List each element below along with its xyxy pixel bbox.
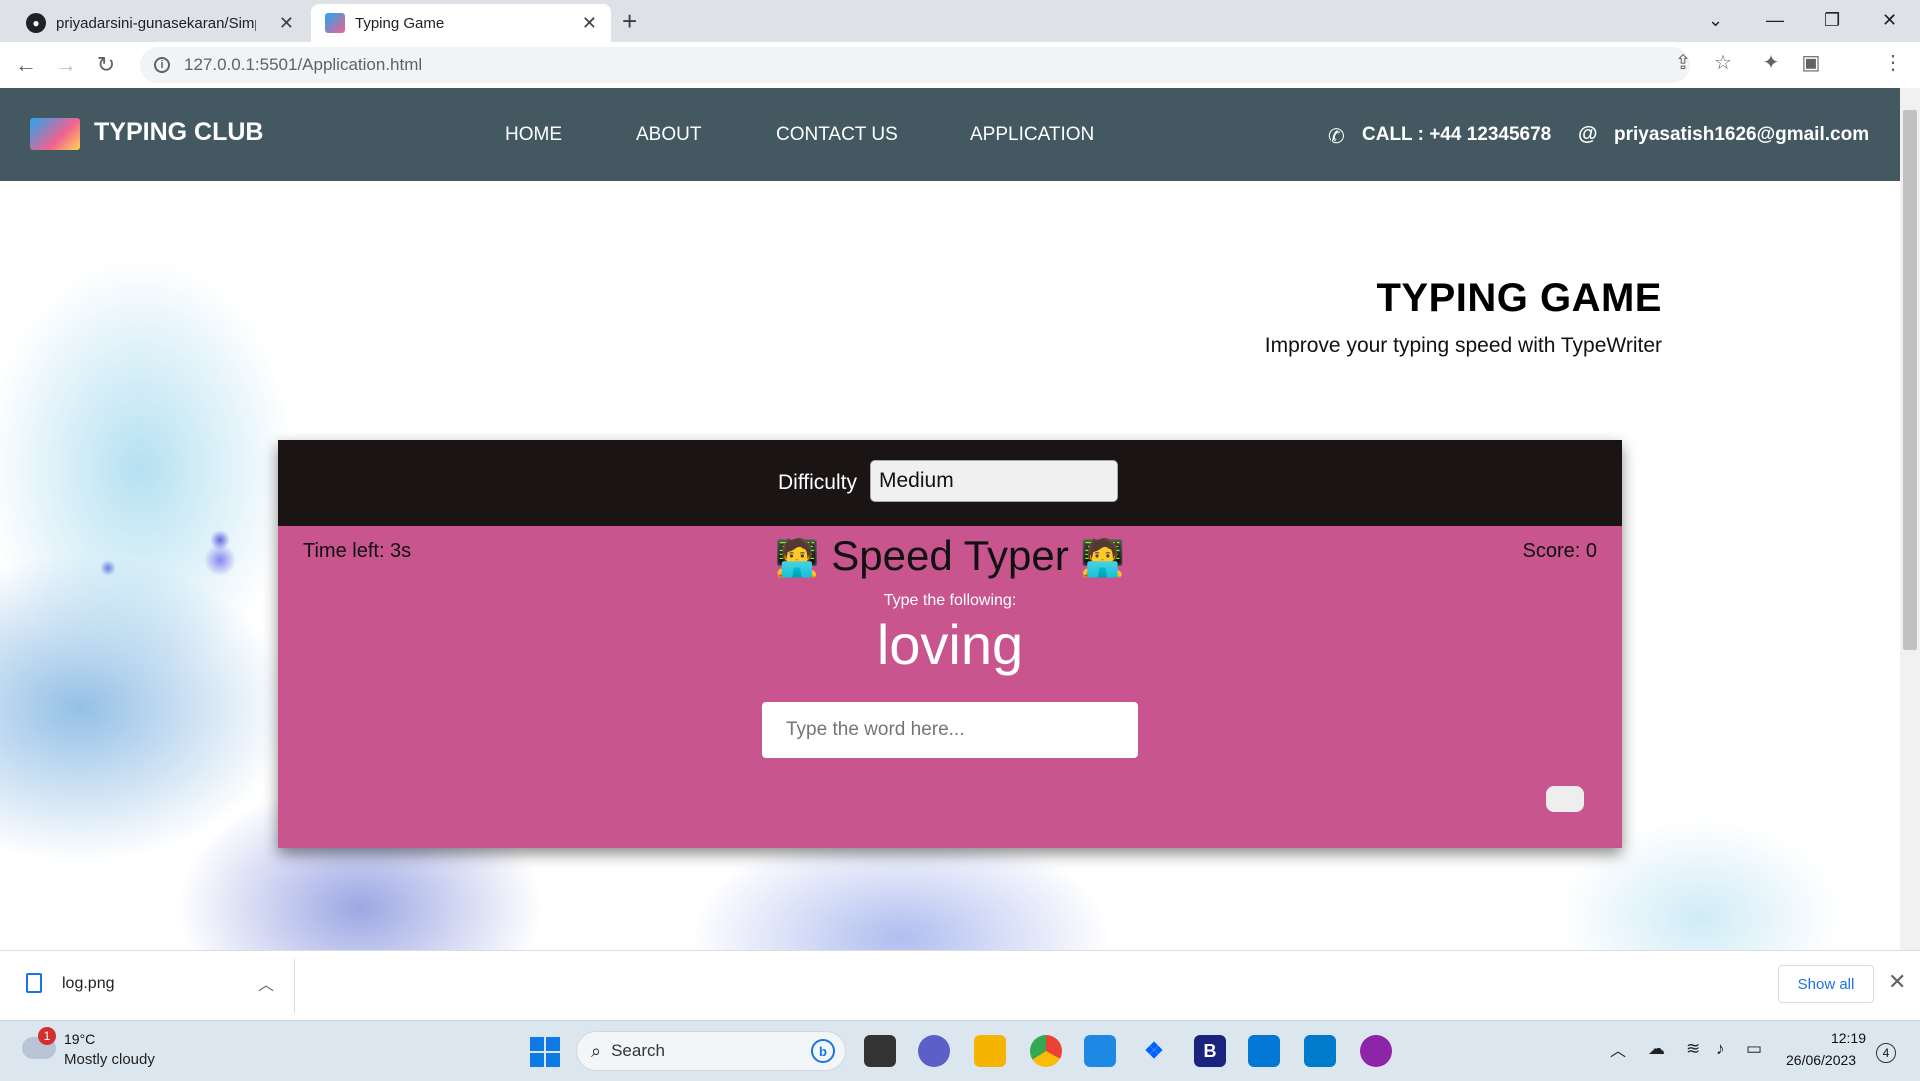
- windows-taskbar: 1 19°C Mostly cloudy ⌕ Search b ❖ B ︿ ☁ …: [0, 1020, 1920, 1081]
- b-app-icon[interactable]: B: [1194, 1035, 1226, 1067]
- dropbox-icon[interactable]: ❖: [1138, 1035, 1170, 1067]
- address-bar[interactable]: i 127.0.0.1:5501/Application.html: [140, 47, 1690, 83]
- tab-search-chevron-icon[interactable]: ⌄: [1708, 2, 1723, 38]
- extensions-puzzle-icon[interactable]: ✦: [1756, 50, 1786, 75]
- restore-icon[interactable]: ❐: [1824, 2, 1840, 38]
- share-icon[interactable]: ⇪: [1668, 50, 1698, 75]
- nav-home[interactable]: HOME: [505, 124, 562, 146]
- search-icon: ⌕: [591, 1040, 602, 1061]
- email-at-icon: @: [1578, 123, 1598, 145]
- clock-date[interactable]: 26/06/2023: [1786, 1052, 1856, 1068]
- target-word: loving: [876, 613, 1024, 676]
- notification-count[interactable]: 4: [1876, 1043, 1896, 1063]
- tab-title: priyadarsini-gunasekaran/Simple: [56, 14, 256, 32]
- teams-chat-icon[interactable]: [918, 1035, 950, 1067]
- typing-club-logo[interactable]: [30, 118, 80, 150]
- url-text: 127.0.0.1:5501/Application.html: [184, 55, 423, 74]
- technologist-emoji-icon: 🧑‍💻: [1080, 537, 1126, 578]
- phone-icon: ✆: [1328, 126, 1345, 148]
- divider: [294, 959, 295, 1013]
- chevron-up-icon[interactable]: ︿: [258, 971, 274, 995]
- site-info-icon[interactable]: i: [154, 57, 170, 73]
- difficulty-label: Difficulty: [778, 471, 857, 494]
- time-left: Time left: 3s: [303, 540, 412, 562]
- weather-temperature[interactable]: 19°C: [64, 1031, 95, 1047]
- email-address: priyasatish1626@gmail.com: [1614, 124, 1870, 145]
- scrollbar-thumb[interactable]: [1903, 110, 1917, 650]
- settings-toggle-button[interactable]: [1546, 786, 1584, 812]
- game-settings-bar: Difficulty Medium: [278, 440, 1622, 526]
- game-title: 🧑‍💻 Speed Typer 🧑‍💻: [278, 532, 1622, 580]
- browser-tab-bar: ● priyadarsini-gunasekaran/Simple ✕ Typi…: [0, 0, 1920, 42]
- github-icon: ●: [26, 13, 46, 33]
- wifi-icon[interactable]: ≋: [1686, 1039, 1700, 1059]
- bookmark-star-icon[interactable]: ☆: [1708, 50, 1738, 75]
- side-panel-icon[interactable]: ▣: [1796, 50, 1826, 75]
- brand-name[interactable]: TYPING CLUB: [94, 118, 263, 147]
- file-icon: [26, 973, 42, 993]
- close-tab-icon[interactable]: ✕: [279, 13, 294, 34]
- bing-icon[interactable]: b: [811, 1039, 835, 1063]
- nav-contact-us[interactable]: CONTACT US: [776, 124, 898, 146]
- github-desktop-icon[interactable]: [1360, 1035, 1392, 1067]
- typing-game-panel: Difficulty Medium 🧑‍💻 Speed Typer 🧑‍💻 Ti…: [278, 440, 1622, 848]
- reload-icon[interactable]: ↻: [90, 46, 122, 84]
- call-number: CALL : +44 12345678: [1362, 124, 1552, 145]
- forward-arrow-icon[interactable]: →: [50, 46, 82, 84]
- game-body: 🧑‍💻 Speed Typer 🧑‍💻 Time left: 3s Score:…: [278, 526, 1622, 848]
- download-shelf: log.png ︿ Show all ✕: [0, 950, 1920, 1021]
- browser-toolbar: ← → ↻ i 127.0.0.1:5501/Application.html …: [0, 42, 1920, 120]
- menu-kebab-icon[interactable]: ⋮: [1878, 50, 1908, 75]
- nav-application[interactable]: APPLICATION: [970, 124, 1094, 146]
- windows-start-icon[interactable]: [530, 1037, 560, 1067]
- close-window-icon[interactable]: ✕: [1882, 2, 1897, 38]
- site-navbar: TYPING CLUB HOME ABOUT CONTACT US APPLIC…: [0, 88, 1900, 181]
- battery-icon[interactable]: ▭: [1746, 1039, 1762, 1059]
- difficulty-select[interactable]: Medium: [870, 460, 1118, 502]
- typing-game-favicon-icon: [325, 13, 345, 33]
- score: Score: 0: [1522, 540, 1597, 562]
- game-title-text: Speed Typer: [831, 532, 1069, 579]
- new-tab-plus-icon[interactable]: +: [622, 4, 637, 38]
- hero-title: TYPING GAME: [1376, 276, 1662, 320]
- back-arrow-icon[interactable]: ←: [10, 46, 42, 84]
- chrome-icon[interactable]: [1030, 1035, 1062, 1067]
- vscode-icon[interactable]: [1304, 1035, 1336, 1067]
- tray-chevron-up-icon[interactable]: ︿: [1610, 1037, 1626, 1061]
- close-tab-icon[interactable]: ✕: [582, 13, 597, 34]
- close-shelf-icon[interactable]: ✕: [1888, 969, 1906, 995]
- nav-about[interactable]: ABOUT: [636, 124, 701, 146]
- weather-description[interactable]: Mostly cloudy: [64, 1051, 155, 1068]
- store-icon[interactable]: [1084, 1035, 1116, 1067]
- hero-subtitle: Improve your typing speed with TypeWrite…: [1264, 334, 1662, 357]
- technologist-emoji-icon: 🧑‍💻: [774, 537, 820, 578]
- tab-typing-game[interactable]: Typing Game ✕: [311, 4, 611, 42]
- word-input[interactable]: [762, 702, 1138, 758]
- taskbar-search[interactable]: ⌕ Search b: [576, 1031, 846, 1071]
- remote-desktop-icon[interactable]: [1248, 1035, 1280, 1067]
- weather-badge: 1: [38, 1027, 56, 1045]
- tab-title: Typing Game: [355, 14, 445, 32]
- minimize-icon[interactable]: —: [1766, 2, 1784, 38]
- type-prompt: Type the following:: [883, 592, 1017, 609]
- clock-time[interactable]: 12:19: [1830, 1030, 1866, 1046]
- show-all-button[interactable]: Show all: [1778, 965, 1874, 1003]
- task-view-icon[interactable]: [864, 1035, 896, 1067]
- file-explorer-icon[interactable]: [974, 1035, 1006, 1067]
- search-label: Search: [611, 1041, 665, 1060]
- page-viewport: TYPING CLUB HOME ABOUT CONTACT US APPLIC…: [0, 88, 1900, 950]
- download-file-name[interactable]: log.png: [62, 975, 115, 993]
- tab-github[interactable]: ● priyadarsini-gunasekaran/Simple ✕: [12, 4, 308, 42]
- onedrive-icon[interactable]: ☁: [1648, 1039, 1665, 1059]
- volume-icon[interactable]: ♪: [1716, 1039, 1725, 1059]
